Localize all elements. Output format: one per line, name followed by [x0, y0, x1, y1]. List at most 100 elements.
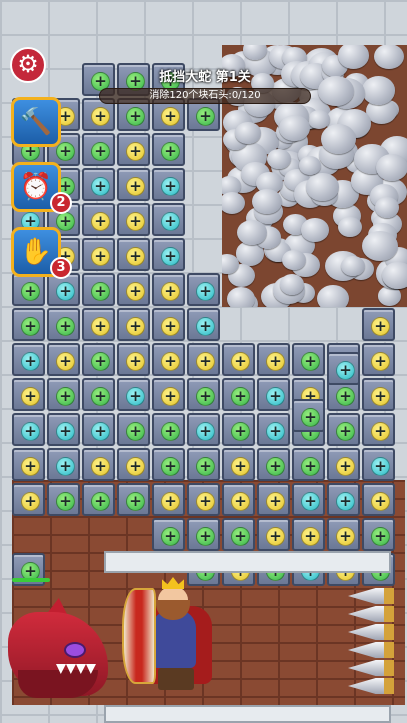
screw-tile[interactable]: +: [222, 518, 255, 551]
screw-tile[interactable]: +: [152, 273, 185, 306]
screw-tile[interactable]: +: [292, 518, 325, 551]
screw-tile[interactable]: +: [82, 483, 115, 516]
screw-tile[interactable]: +: [257, 343, 290, 376]
screw-tile[interactable]: +: [292, 448, 325, 481]
screw-tile[interactable]: +: [362, 343, 395, 376]
screw-tile[interactable]: +: [82, 343, 115, 376]
screw-tile[interactable]: +: [327, 413, 360, 446]
screw-tile[interactable]: +: [187, 518, 220, 551]
falling-screw-tile[interactable]: +: [327, 352, 360, 385]
screw-tile[interactable]: +: [327, 448, 360, 481]
green-screw-icon: +: [161, 457, 180, 476]
screw-tile[interactable]: +: [152, 238, 185, 271]
screw-tile[interactable]: +: [12, 378, 45, 411]
screw-tile[interactable]: +: [47, 483, 80, 516]
screw-tile[interactable]: +: [117, 238, 150, 271]
screw-tile[interactable]: +: [117, 483, 150, 516]
cyan-screw-icon: +: [56, 422, 75, 441]
screw-tile[interactable]: +: [257, 448, 290, 481]
screw-tile[interactable]: +: [82, 448, 115, 481]
screw-tile[interactable]: +: [187, 448, 220, 481]
screw-tile[interactable]: +: [222, 378, 255, 411]
spike: [348, 606, 394, 622]
screw-tile[interactable]: +: [12, 413, 45, 446]
screw-tile[interactable]: +: [12, 308, 45, 341]
screw-tile[interactable]: +: [152, 413, 185, 446]
screw-tile[interactable]: +: [47, 308, 80, 341]
screw-tile[interactable]: +: [257, 518, 290, 551]
screw-tile[interactable]: +: [47, 378, 80, 411]
screw-tile[interactable]: +: [12, 483, 45, 516]
yellow-screw-icon: +: [371, 352, 390, 371]
screw-tile[interactable]: +: [152, 378, 185, 411]
stone-rock: [299, 155, 322, 175]
screw-tile[interactable]: +: [117, 203, 150, 236]
screw-tile[interactable]: +: [117, 448, 150, 481]
screw-tile[interactable]: +: [117, 308, 150, 341]
falling-screw-tile[interactable]: +: [292, 399, 325, 432]
green-screw-icon: +: [336, 387, 355, 406]
screw-tile[interactable]: +: [117, 343, 150, 376]
screw-tile[interactable]: +: [187, 273, 220, 306]
screw-tile[interactable]: +: [12, 448, 45, 481]
screw-tile[interactable]: +: [362, 413, 395, 446]
screw-tile[interactable]: +: [12, 343, 45, 376]
screw-tile[interactable]: +: [47, 448, 80, 481]
green-screw-icon: +: [196, 457, 215, 476]
yellow-screw-icon: +: [161, 352, 180, 371]
screw-tile[interactable]: +: [152, 168, 185, 201]
screw-tile[interactable]: +: [47, 343, 80, 376]
green-screw-icon: +: [371, 527, 390, 546]
screw-tile[interactable]: +: [82, 133, 115, 166]
screw-tile[interactable]: +: [117, 378, 150, 411]
screw-tile[interactable]: +: [362, 378, 395, 411]
screw-tile[interactable]: +: [187, 413, 220, 446]
screw-tile[interactable]: +: [82, 413, 115, 446]
screw-tile[interactable]: +: [362, 483, 395, 516]
screw-tile[interactable]: +: [47, 413, 80, 446]
screw-tile[interactable]: +: [82, 273, 115, 306]
screw-tile[interactable]: +: [117, 133, 150, 166]
screw-tile[interactable]: +: [152, 308, 185, 341]
screw-tile[interactable]: +: [362, 448, 395, 481]
yellow-screw-icon: +: [126, 142, 145, 161]
screw-tile[interactable]: +: [117, 168, 150, 201]
screw-tile[interactable]: +: [82, 168, 115, 201]
screw-tile[interactable]: +: [82, 308, 115, 341]
screw-tile[interactable]: +: [117, 413, 150, 446]
screw-tile[interactable]: +: [327, 483, 360, 516]
screw-tile[interactable]: +: [152, 343, 185, 376]
screw-tile[interactable]: +: [82, 238, 115, 271]
screw-tile[interactable]: +: [152, 518, 185, 551]
screw-tile[interactable]: +: [187, 343, 220, 376]
settings-button[interactable]: ⚙: [10, 47, 46, 83]
screw-tile[interactable]: +: [362, 308, 395, 341]
cyan-screw-icon: +: [126, 387, 145, 406]
screw-tile[interactable]: +: [187, 378, 220, 411]
screw-tile[interactable]: +: [257, 483, 290, 516]
stone-rock: [320, 124, 357, 155]
hammer-tool-button[interactable]: 🔨: [11, 97, 61, 147]
screw-tile[interactable]: +: [222, 413, 255, 446]
screw-tile[interactable]: +: [222, 448, 255, 481]
screw-tile[interactable]: +: [292, 483, 325, 516]
screw-tile[interactable]: +: [222, 343, 255, 376]
stone-rock: [378, 286, 402, 306]
stone-rock: [318, 75, 354, 106]
screw-tile[interactable]: +: [82, 203, 115, 236]
screw-tile[interactable]: +: [187, 483, 220, 516]
screw-tile[interactable]: +: [327, 518, 360, 551]
screw-tile[interactable]: +: [257, 413, 290, 446]
screw-tile[interactable]: +: [82, 378, 115, 411]
screw-tile[interactable]: +: [292, 343, 325, 376]
screw-tile[interactable]: +: [152, 448, 185, 481]
screw-tile[interactable]: +: [117, 273, 150, 306]
screw-tile[interactable]: +: [257, 378, 290, 411]
screw-tile[interactable]: +: [362, 518, 395, 551]
screw-tile[interactable]: +: [12, 273, 45, 306]
screw-tile[interactable]: +: [152, 133, 185, 166]
screw-tile[interactable]: +: [152, 483, 185, 516]
screw-tile[interactable]: +: [187, 308, 220, 341]
screw-tile[interactable]: +: [222, 483, 255, 516]
screw-tile[interactable]: +: [152, 203, 185, 236]
